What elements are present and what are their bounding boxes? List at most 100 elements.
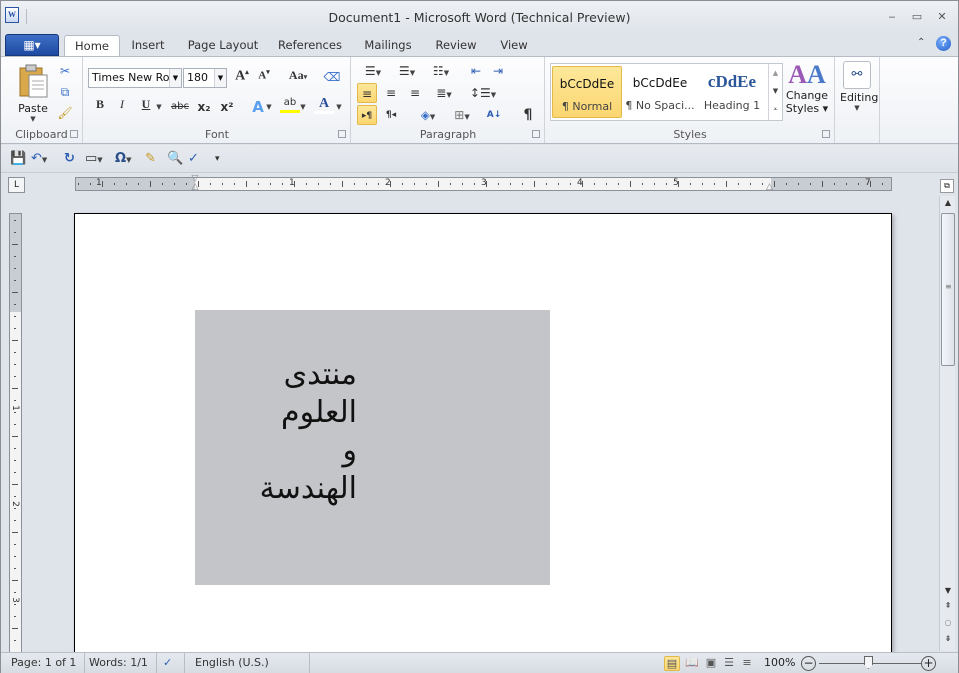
styles-more-icon[interactable]: ⩡ <box>769 100 782 118</box>
styles-scroll[interactable]: ▲ ▼ ⩡ <box>768 64 782 120</box>
styles-launcher-icon[interactable] <box>822 130 830 138</box>
paste-button[interactable]: Paste ▼ <box>13 61 53 123</box>
page-count[interactable]: Page: 1 of 1 <box>3 653 86 673</box>
styles-scroll-up-icon[interactable]: ▲ <box>769 64 782 82</box>
font-name-dropdown-icon[interactable]: ▼ <box>169 69 181 87</box>
text-box-icon[interactable]: ▭▼ <box>85 150 103 168</box>
editing-button[interactable]: ⚯ Editing ▼ <box>840 61 878 123</box>
decrease-indent-icon[interactable]: ⇤ <box>466 61 486 81</box>
ltr-direction-button[interactable]: ▸¶ <box>357 105 377 125</box>
outline-view-icon[interactable]: ☰ <box>721 656 737 671</box>
scroll-down-icon[interactable]: ▼ <box>941 586 955 595</box>
save-icon[interactable]: 💾 <box>10 150 26 168</box>
clipboard-launcher-icon[interactable] <box>70 130 78 138</box>
web-layout-view-icon[interactable]: ▣ <box>703 656 719 671</box>
undo-icon[interactable]: ↶▼ <box>31 150 47 168</box>
grow-font-button[interactable]: A▴ <box>232 68 252 88</box>
print-layout-view-icon[interactable]: ▤ <box>664 656 680 671</box>
highlight-dropdown-icon[interactable]: ▼ <box>298 97 308 117</box>
tab-mailings[interactable]: Mailings <box>359 35 417 57</box>
shrink-font-button[interactable]: A▾ <box>254 68 274 88</box>
style-no-spacing[interactable]: bCcDdEe ¶ No Spaci... <box>625 66 695 118</box>
bullets-button[interactable]: ☰▼ <box>358 61 388 81</box>
justify-button[interactable]: ≣▼ <box>429 83 459 103</box>
document-page[interactable]: منتدى العلوم و الهندسة <box>74 213 892 663</box>
copy-icon[interactable]: ⧉ <box>55 82 75 102</box>
tab-insert[interactable]: Insert <box>125 35 171 57</box>
align-right-button[interactable]: ≡ <box>405 83 425 103</box>
draft-view-icon[interactable]: ≡ <box>739 656 755 671</box>
select-browse-object-icon[interactable]: ○ <box>941 618 955 627</box>
right-indent-marker[interactable]: △ <box>766 182 773 192</box>
vertical-ruler[interactable]: 1 2 3 <box>9 213 22 653</box>
zoom-in-button[interactable]: + <box>921 656 936 671</box>
arabic-text[interactable]: منتدى العلوم و الهندسة <box>195 356 357 508</box>
clear-formatting-icon[interactable]: ⌫ <box>322 67 342 87</box>
zoom-slider-thumb[interactable] <box>864 656 873 669</box>
line-spacing-button[interactable]: ↕☰▼ <box>468 83 498 103</box>
highlight-button[interactable]: ab <box>280 95 300 113</box>
zoom-level[interactable]: 100% <box>764 656 795 669</box>
style-normal[interactable]: bCcDdEe ¶ Normal <box>552 66 622 118</box>
view-ruler-toggle-icon[interactable]: ⧉ <box>940 179 954 193</box>
draw-table-icon[interactable]: ✎ <box>145 150 156 168</box>
restore-button[interactable]: ▭ <box>910 11 924 23</box>
bold-button[interactable]: B <box>90 97 110 117</box>
scroll-up-icon[interactable]: ▲ <box>941 198 955 207</box>
vertical-scrollbar[interactable]: ▲ ≡ ▼ ⇞ ○ ⇟ <box>939 196 955 651</box>
symbol-icon[interactable]: Ω▼ <box>115 150 131 168</box>
text-box[interactable]: منتدى العلوم و الهندسة <box>195 310 550 585</box>
horizontal-ruler[interactable]: 1 1 2 3 4 5 7 ▽ △ △ <box>75 175 892 193</box>
tab-view[interactable]: View <box>494 35 534 57</box>
change-styles-button[interactable]: AA Change Styles ▾ <box>784 61 830 125</box>
font-color-dropdown-icon[interactable]: ▼ <box>334 97 344 117</box>
shading-button[interactable]: ◈▼ <box>412 105 444 125</box>
font-name-combo[interactable]: Times New Roman▼ <box>88 68 182 88</box>
font-size-combo[interactable]: 180 ▼ <box>183 68 227 88</box>
underline-button[interactable]: U <box>136 97 156 117</box>
help-icon[interactable]: ? <box>936 36 951 51</box>
italic-button[interactable]: I <box>112 97 132 117</box>
language[interactable]: English (U.S.) <box>187 653 310 673</box>
previous-page-icon[interactable]: ⇞ <box>941 601 955 610</box>
align-center-button[interactable]: ≡ <box>381 83 401 103</box>
first-line-indent-marker[interactable]: ▽ △ <box>190 175 200 193</box>
print-preview-icon[interactable]: 🔍 <box>167 150 183 168</box>
borders-button[interactable]: ⊞▼ <box>446 105 478 125</box>
styles-scroll-down-icon[interactable]: ▼ <box>769 82 782 100</box>
font-size-dropdown-icon[interactable]: ▼ <box>214 69 226 87</box>
numbering-button[interactable]: ☰▼ <box>392 61 422 81</box>
format-painter-icon[interactable]: 🖌 <box>55 103 75 123</box>
tab-page-layout[interactable]: Page Layout <box>185 35 261 57</box>
proofing-icon[interactable]: ✓ <box>155 653 185 673</box>
font-color-button[interactable]: A <box>314 95 334 114</box>
subscript-button[interactable]: x₂ <box>194 97 214 117</box>
align-left-button[interactable]: ≡ <box>357 83 377 103</box>
next-page-icon[interactable]: ⇟ <box>941 634 955 643</box>
font-launcher-icon[interactable] <box>338 130 346 138</box>
tab-selector[interactable]: L <box>8 177 25 193</box>
scroll-thumb[interactable]: ≡ <box>941 213 955 366</box>
strikethrough-button[interactable]: abc <box>170 97 190 117</box>
redo-icon[interactable]: ↻ <box>64 150 75 168</box>
tab-home[interactable]: Home <box>64 35 120 57</box>
tab-review[interactable]: Review <box>431 35 481 57</box>
file-menu-button[interactable]: ▦▾ <box>5 34 59 56</box>
spelling-icon[interactable]: ✓ <box>188 150 199 168</box>
cut-icon[interactable]: ✂ <box>55 61 75 81</box>
close-button[interactable]: ✕ <box>935 11 949 23</box>
rtl-direction-button[interactable]: ¶◂ <box>381 105 401 125</box>
customize-qat-icon[interactable]: ▾ <box>215 150 220 168</box>
paragraph-launcher-icon[interactable] <box>532 130 540 138</box>
full-screen-reading-view-icon[interactable]: 📖 <box>684 656 700 671</box>
superscript-button[interactable]: x² <box>217 97 237 117</box>
show-marks-button[interactable]: ¶ <box>518 105 538 125</box>
word-count[interactable]: Words: 1/1 <box>81 653 157 673</box>
zoom-out-button[interactable]: − <box>801 656 816 671</box>
minimize-button[interactable]: ‒ <box>885 11 899 23</box>
change-case-button[interactable]: Aa▾ <box>284 68 312 88</box>
sort-button[interactable]: A↓ <box>484 105 504 125</box>
increase-indent-icon[interactable]: ⇥ <box>488 61 508 81</box>
underline-dropdown-icon[interactable]: ▼ <box>154 97 164 117</box>
tab-references[interactable]: References <box>275 35 345 57</box>
